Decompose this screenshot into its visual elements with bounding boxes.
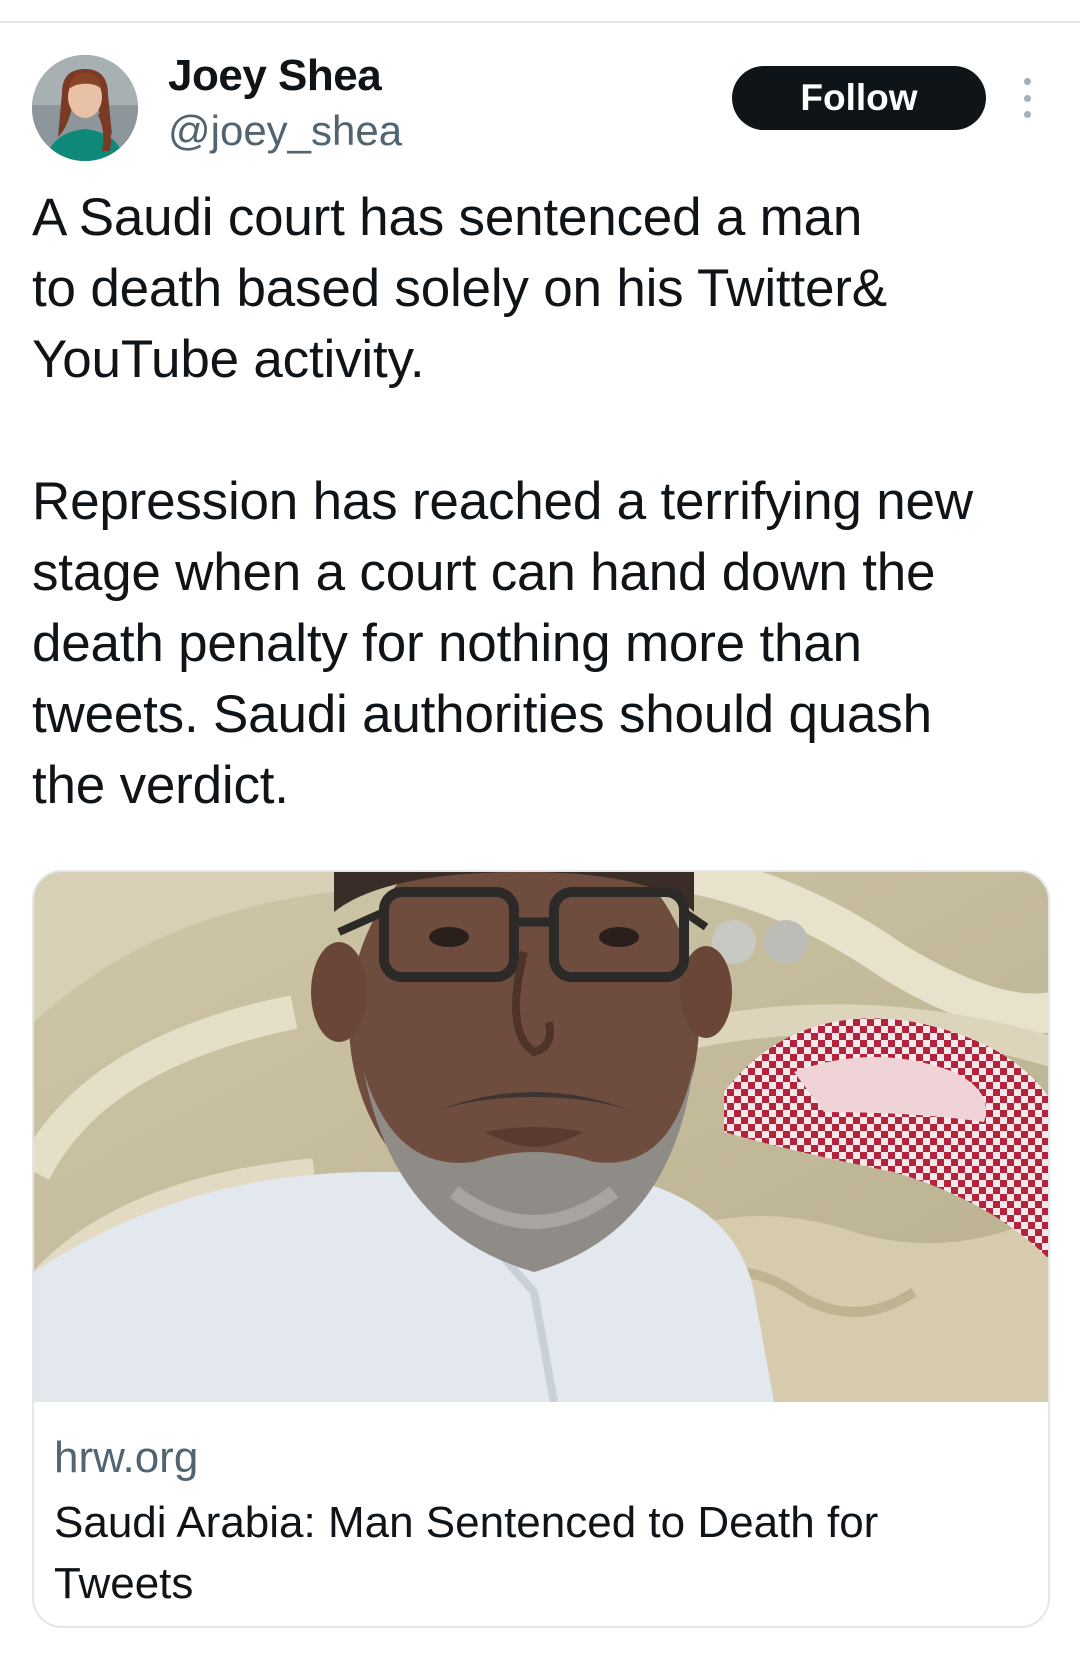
link-preview-image[interactable] [34,872,1048,1402]
follow-button[interactable]: Follow [732,66,986,130]
tweet-line: YouTube activity. [32,330,425,389]
tweet-paragraph-2: Repression has reached a terrifying new … [32,466,1052,821]
top-divider [0,21,1080,23]
tweet-line: stage when a court can hand down the [32,543,936,602]
more-dot [1023,94,1031,102]
tweet-page: Joey Shea @joey_shea Follow A Saudi cour… [0,0,1080,1656]
link-domain[interactable]: hrw.org [54,1430,198,1486]
link-title[interactable]: Saudi Arabia: Man Sentenced to Death for… [54,1492,1014,1614]
author-handle[interactable]: @joey_shea [168,104,402,158]
more-dot [1023,111,1031,118]
link-title-line: Tweets [54,1559,194,1608]
tweet-paragraph-1: A Saudi court has sentenced a man to dea… [32,182,1052,395]
author-avatar[interactable] [32,55,138,161]
photo-of-man [34,872,1048,1402]
tweet-line: Repression has reached a terrifying new [32,472,973,531]
tweet-line: tweets. Saudi authorities should quash [32,685,932,744]
tweet-text: A Saudi court has sentenced a man to dea… [32,182,1052,821]
tweet-line: death penalty for nothing more than [32,614,862,673]
tweet-line: A Saudi court has sentenced a man [32,188,863,247]
tweet-line: the verdict. [32,756,289,815]
link-preview-card[interactable]: hrw.org Saudi Arabia: Man Sentenced to D… [32,870,1050,1628]
tweet-line: to death based solely on his Twitter& [32,259,887,318]
more-dot [1023,78,1031,85]
link-title-line: Saudi Arabia: Man Sentenced to Death for [54,1498,879,1547]
more-vertical-icon[interactable] [1012,78,1042,118]
author-name[interactable]: Joey Shea [168,48,382,104]
avatar-image [32,55,138,161]
